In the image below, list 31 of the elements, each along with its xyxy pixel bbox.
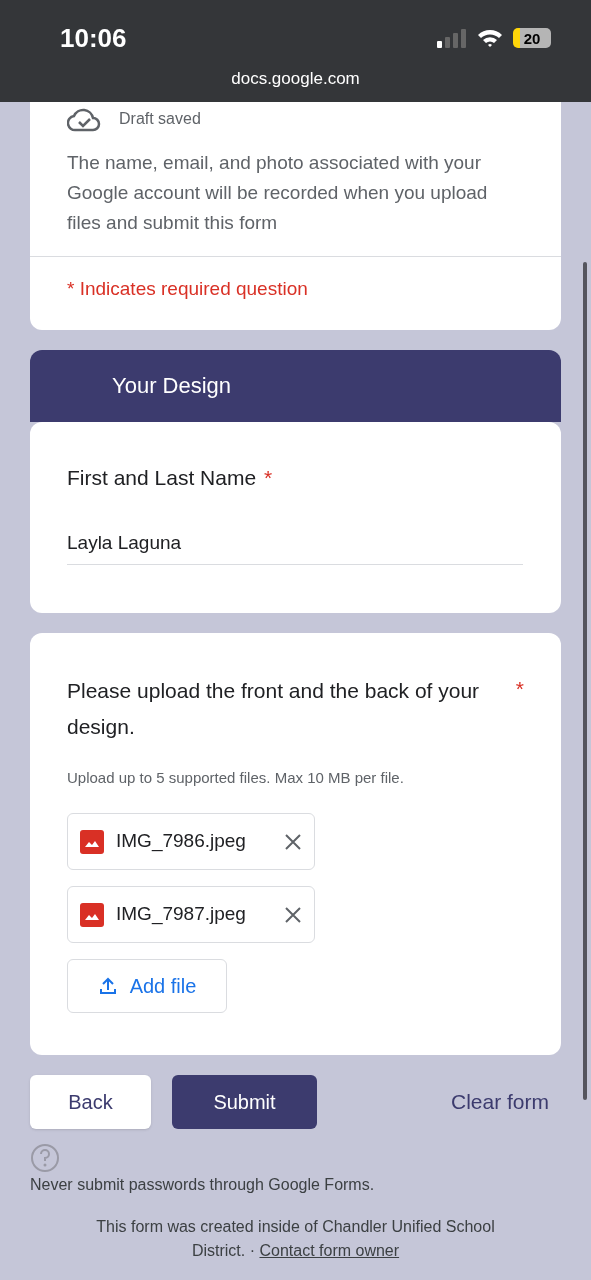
upload-hint: Upload up to 5 supported files. Max 10 MB per file. [67,767,405,788]
section-title: Your Design [112,372,232,400]
upload-icon [97,976,118,996]
image-file-icon [80,902,104,927]
required-mark: * [515,675,524,702]
file-name: IMG_7987.jpeg [116,902,247,927]
file-name: IMG_7986.jpeg [116,829,247,854]
image-file-icon [80,829,104,854]
submit-button[interactable]: Submit [172,1075,317,1129]
cloud-check-icon [67,106,101,132]
close-icon[interactable] [284,905,302,924]
password-warning: Never submit passwords through Google Forms. [30,1175,376,1195]
question-title: Please upload the front and the back of your design. [67,677,481,740]
signal-icon [437,28,467,48]
account-notice: The name, email, and photo associated with your Google account will be recorded when you upload files and submit this form [66,151,489,235]
close-icon[interactable] [284,832,302,851]
help-icon [30,1143,60,1173]
name-input[interactable]: Layla Laguna [67,529,523,565]
add-file-button[interactable]: Add file [67,959,227,1013]
page-url: docs.google.com [231,68,360,90]
draft-status: Draft saved [119,109,201,129]
form-origin-note: This form was created inside of Chandler Unified School District. · Contact form owner [95,1217,496,1261]
clear-form-button[interactable]: Clear form [450,1086,549,1118]
back-button[interactable]: Back [30,1075,151,1129]
battery-indicator: 20 [513,28,551,48]
required-mark: * [264,464,273,491]
required-note: * Indicates required question [67,278,308,299]
question-title: First and Last Name [67,464,257,491]
clock: 10:06 [60,21,127,55]
wifi-icon [477,28,503,48]
contact-owner-link[interactable]: Contact form owner [259,1242,400,1259]
